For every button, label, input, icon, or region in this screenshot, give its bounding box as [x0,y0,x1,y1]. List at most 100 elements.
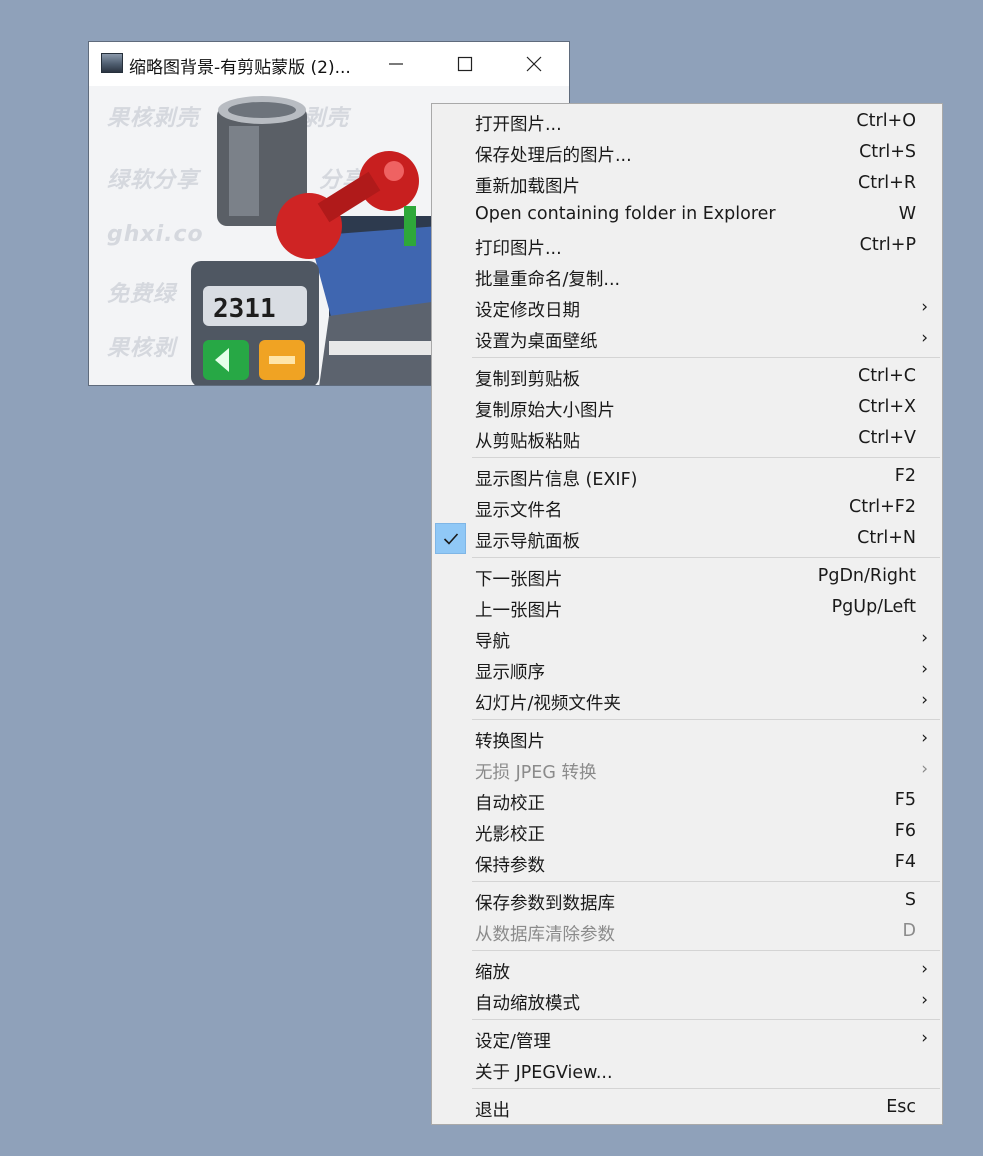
menu-item-shortcut: Ctrl+F2 [848,497,916,517]
watermark-text: 绿软分享 [107,168,200,193]
menu-item-10[interactable]: 复制原始大小图片 Ctrl+X [434,392,940,423]
watermark-text: 果核剥 [107,336,177,361]
submenu-arrow-icon: › [921,628,928,648]
title-bar[interactable]: 缩略图背景-有剪贴蒙版 (2)... [89,42,569,86]
submenu-arrow-icon: › [921,959,928,979]
menu-item-7[interactable]: 设定修改日期 › [434,292,940,323]
menu-item-label: 打开图片... [475,115,562,135]
menu-item-shortcut: W [898,204,916,224]
menu-item-label: 打印图片... [475,239,562,259]
menu-item-label: 退出 [475,1101,510,1121]
menu-item-label: 设定/管理 [475,1032,551,1052]
menu-item-label: 复制到剪贴板 [475,370,580,390]
menu-item-25[interactable]: 保存参数到数据库 S [434,885,940,916]
thumbnail-illustration: 2311 [191,96,439,385]
menu-item-1[interactable]: 打开图片... Ctrl+O [434,106,940,137]
menu-item-3[interactable]: 重新加载图片 Ctrl+R [434,168,940,199]
menu-separator [472,1019,940,1020]
menu-item-15[interactable]: 下一张图片 PgDn/Right [434,561,940,592]
menu-item-label: 幻灯片/视频文件夹 [475,694,621,714]
menu-item-29[interactable]: 设定/管理 › [434,1023,940,1054]
close-icon [526,56,542,72]
menu-item-label: 上一张图片 [475,601,563,621]
menu-item-label: 自动校正 [475,794,545,814]
close-button[interactable] [499,42,569,86]
submenu-arrow-icon: › [921,1028,928,1048]
menu-item-label: 设置为桌面壁纸 [475,332,598,352]
menu-separator [472,950,940,951]
maximize-icon [457,56,473,72]
menu-separator [472,357,940,358]
menu-item-shortcut: PgDn/Right [817,566,916,586]
menu-item-18[interactable]: 显示顺序 › [434,654,940,685]
menu-item-22[interactable]: 自动校正 F5 [434,785,940,816]
menu-item-shortcut: F4 [894,852,916,872]
menu-item-shortcut: F5 [894,790,916,810]
menu-item-shortcut: Ctrl+N [857,528,916,548]
menu-item-shortcut: F2 [894,466,916,486]
menu-item-shortcut: Ctrl+C [857,366,916,386]
menu-item-2[interactable]: 保存处理后的图片... Ctrl+S [434,137,940,168]
menu-item-30[interactable]: 关于 JPEGView... [434,1054,940,1085]
menu-item-label: 显示文件名 [475,501,563,521]
menu-item-label: 缩放 [475,963,510,983]
menu-item-label: 显示顺序 [475,663,545,683]
menu-item-19[interactable]: 幻灯片/视频文件夹 › [434,685,940,716]
menu-item-label: 光影校正 [475,825,545,845]
menu-item-label: 自动缩放模式 [475,994,580,1014]
menu-item-17[interactable]: 导航 › [434,623,940,654]
menu-item-26: 从数据库清除参数 D [434,916,940,947]
menu-item-shortcut: Ctrl+V [858,428,916,448]
menu-item-shortcut: Ctrl+P [859,235,916,255]
menu-item-shortcut: Esc [886,1097,916,1117]
submenu-arrow-icon: › [921,759,928,779]
menu-item-shortcut: Ctrl+X [858,397,916,417]
menu-separator [472,719,940,720]
menu-item-4[interactable]: Open containing folder in Explorer W [434,199,940,230]
menu-item-label: 从数据库清除参数 [475,925,615,945]
watermark-text: 免费绿 [107,282,177,307]
menu-separator [472,881,940,882]
menu-item-label: 设定修改日期 [475,301,580,321]
menu-item-12[interactable]: 显示图片信息 (EXIF) F2 [434,461,940,492]
menu-separator [472,557,940,558]
menu-item-shortcut: Ctrl+S [859,142,916,162]
menu-item-20[interactable]: 转换图片 › [434,723,940,754]
menu-item-6[interactable]: 批量重命名/复制... [434,261,940,292]
menu-item-label: 显示导航面板 [475,532,580,552]
menu-item-8[interactable]: 设置为桌面壁纸 › [434,323,940,354]
menu-item-27[interactable]: 缩放 › [434,954,940,985]
menu-item-24[interactable]: 保持参数 F4 [434,847,940,878]
context-menu: 打开图片... Ctrl+O 保存处理后的图片... Ctrl+S 重新加载图片 Ctrl… [431,103,943,1125]
menu-item-5[interactable]: 打印图片... Ctrl+P [434,230,940,261]
menu-item-14[interactable]: 显示导航面板 Ctrl+N [434,523,940,554]
menu-item-label: 复制原始大小图片 [475,401,615,421]
menu-item-label: 从剪贴板粘贴 [475,432,580,452]
menu-item-label: 导航 [475,632,510,652]
menu-item-31[interactable]: 退出 Esc [434,1092,940,1123]
menu-item-label: 关于 JPEGView... [475,1063,613,1083]
menu-item-11[interactable]: 从剪贴板粘贴 Ctrl+V [434,423,940,454]
menu-item-label: 显示图片信息 (EXIF) [475,470,638,490]
menu-item-21: 无损 JPEG 转换 › [434,754,940,785]
menu-item-label: Open containing folder in Explorer [475,204,776,224]
menu-item-shortcut: Ctrl+R [858,173,916,193]
minimize-icon [389,63,403,65]
maximize-button[interactable] [430,42,500,86]
checkmark-icon [435,523,466,554]
submenu-arrow-icon: › [921,659,928,679]
minimize-button[interactable] [361,42,431,86]
menu-item-13[interactable]: 显示文件名 Ctrl+F2 [434,492,940,523]
menu-item-23[interactable]: 光影校正 F6 [434,816,940,847]
menu-item-shortcut: S [904,890,916,910]
menu-item-9[interactable]: 复制到剪贴板 Ctrl+C [434,361,940,392]
menu-item-16[interactable]: 上一张图片 PgUp/Left [434,592,940,623]
menu-item-28[interactable]: 自动缩放模式 › [434,985,940,1016]
menu-separator [472,1088,940,1089]
app-icon [101,53,123,73]
menu-separator [472,457,940,458]
menu-item-label: 批量重命名/复制... [475,270,621,290]
menu-item-label: 保持参数 [475,856,545,876]
menu-item-label: 无损 JPEG 转换 [475,763,597,783]
submenu-arrow-icon: › [921,690,928,710]
